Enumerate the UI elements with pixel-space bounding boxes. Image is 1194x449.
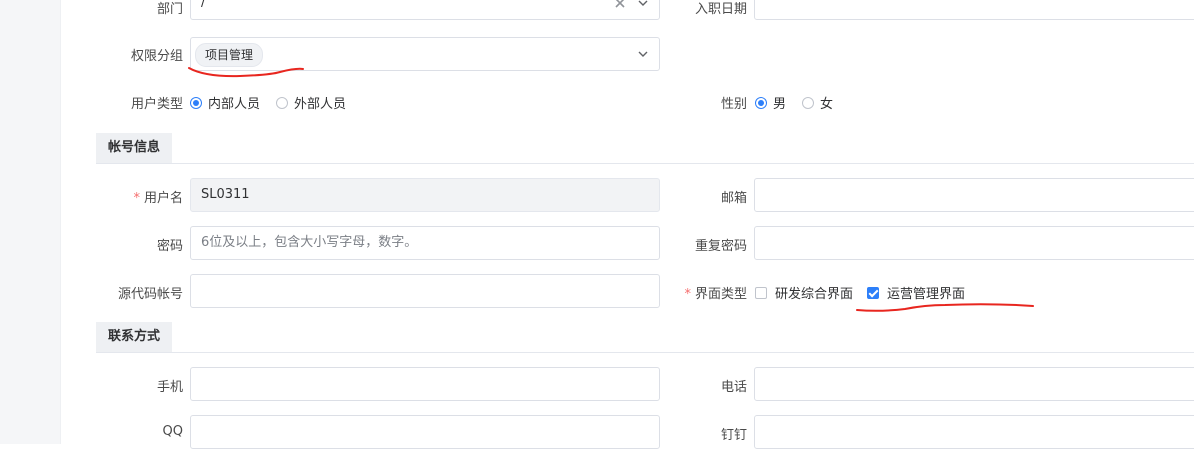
close-circle-icon[interactable] (613, 0, 627, 10)
mobile-label: 手机 (156, 380, 183, 395)
phone-field[interactable] (754, 367, 1194, 401)
gender-male-radio[interactable]: 男 (755, 93, 786, 112)
hire-date-label: 入职日期 (694, 2, 747, 17)
user-type-label: 用户类型 (130, 97, 183, 112)
repeat-password-label: 重复密码 (694, 239, 747, 254)
username-value: SL0311 (201, 187, 250, 202)
user-type-radio-group: 内部人员 外部人员 (190, 93, 362, 112)
username-field: SL0311 (190, 178, 660, 212)
section-title: 联系方式 (96, 322, 173, 352)
user-type-internal-radio[interactable]: 内部人员 (190, 93, 260, 112)
gender-label: 性别 (720, 97, 747, 112)
qq-label: QQ (162, 424, 183, 439)
chevron-down-icon (638, 51, 648, 57)
interface-type-label: * 界面类型 (684, 287, 747, 302)
permission-group-select[interactable]: 项目管理 (190, 37, 660, 71)
password-placeholder: 6位及以上，包含大小写字母，数字。 (201, 235, 418, 250)
repeat-password-field[interactable] (754, 226, 1194, 260)
ops-interface-checkbox[interactable]: 运营管理界面 (867, 283, 965, 302)
contact-section-header: 联系方式 (96, 322, 1194, 353)
department-label: 部门 (156, 2, 183, 17)
rd-interface-checkbox[interactable]: 研发综合界面 (755, 283, 853, 302)
username-label: * 用户名 (133, 191, 183, 206)
phone-label: 电话 (720, 380, 747, 395)
department-select[interactable]: / (190, 0, 660, 20)
hire-date-field[interactable] (754, 0, 1194, 20)
gender-female-radio[interactable]: 女 (802, 93, 833, 112)
left-sidebar-edge (0, 0, 61, 444)
password-field[interactable]: 6位及以上，包含大小写字母，数字。 (190, 226, 660, 260)
interface-type-checkbox-group: 研发综合界面 运营管理界面 (755, 283, 979, 302)
permission-tag[interactable]: 项目管理 (195, 43, 264, 67)
dingtalk-label: 钉钉 (720, 428, 747, 443)
annotation-underline (856, 303, 1034, 312)
mobile-field[interactable] (190, 367, 660, 401)
email-field[interactable] (754, 178, 1194, 212)
source-code-account-label: 源代码帐号 (117, 287, 183, 302)
chevron-down-icon (638, 0, 648, 6)
section-title: 帐号信息 (96, 133, 173, 163)
user-type-external-radio[interactable]: 外部人员 (276, 93, 346, 112)
source-code-account-field[interactable] (190, 274, 660, 308)
permission-group-label: 权限分组 (130, 49, 183, 64)
email-label: 邮箱 (720, 191, 747, 206)
account-section-header: 帐号信息 (96, 133, 1194, 164)
gender-radio-group: 男 女 (755, 93, 849, 112)
password-label: 密码 (156, 239, 183, 254)
department-value: / (201, 0, 206, 10)
